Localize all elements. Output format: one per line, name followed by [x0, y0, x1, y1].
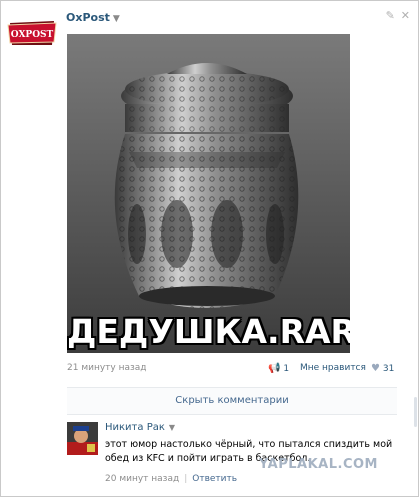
- comment-author-name[interactable]: Никита Рак: [105, 422, 165, 433]
- hide-comments-button[interactable]: Скрыть комментарии: [67, 387, 397, 415]
- logo-text: OXPOST: [11, 30, 54, 40]
- like-button[interactable]: Мне нравится: [300, 363, 366, 373]
- post-time[interactable]: 21 минуту назад: [67, 363, 147, 373]
- post-author-name[interactable]: OxPost: [66, 11, 110, 24]
- heart-icon: ♥: [371, 363, 380, 374]
- close-icon[interactable]: ✕: [401, 9, 410, 22]
- repost-count: 1: [283, 364, 290, 374]
- dropdown-caret-icon[interactable]: ▼: [113, 14, 120, 24]
- edit-icon[interactable]: ✎: [386, 9, 395, 22]
- watermark: YAPLAKAL.COM: [259, 457, 378, 472]
- comment-avatar[interactable]: [67, 422, 98, 455]
- like-count-button[interactable]: ♥ 31: [371, 363, 394, 374]
- silver-jar-image: [67, 34, 350, 353]
- reply-button[interactable]: Ответить: [192, 474, 237, 484]
- user-photo-icon: [67, 422, 98, 455]
- comment-meta: 20 минут назад | Ответить: [105, 474, 237, 484]
- comment-time[interactable]: 20 минут назад: [105, 474, 179, 484]
- like-count: 31: [382, 364, 395, 374]
- image-caption: ДЕДУШКА.RAR: [67, 312, 350, 351]
- separator: |: [184, 474, 188, 484]
- comment-author[interactable]: Никита Рак ▼: [105, 422, 175, 433]
- post-image[interactable]: ДЕДУШКА.RAR: [67, 34, 350, 353]
- post-card: OXPOST OxPost ▼ ✎ ✕ ДЕДУШКА.RAR 21 минут…: [0, 0, 419, 497]
- oxpost-logo-avatar[interactable]: OXPOST: [6, 15, 58, 51]
- scrollbar[interactable]: [414, 397, 417, 427]
- post-author[interactable]: OxPost ▼: [66, 11, 120, 24]
- post-actions: ✎ ✕: [380, 9, 410, 22]
- repost-button[interactable]: 📢 1: [268, 363, 289, 374]
- post-meta: 21 минуту назад 📢 1 Мне нравится ♥ 31: [67, 363, 397, 379]
- dropdown-caret-icon[interactable]: ▼: [169, 423, 175, 432]
- repost-icon: 📢: [268, 363, 281, 374]
